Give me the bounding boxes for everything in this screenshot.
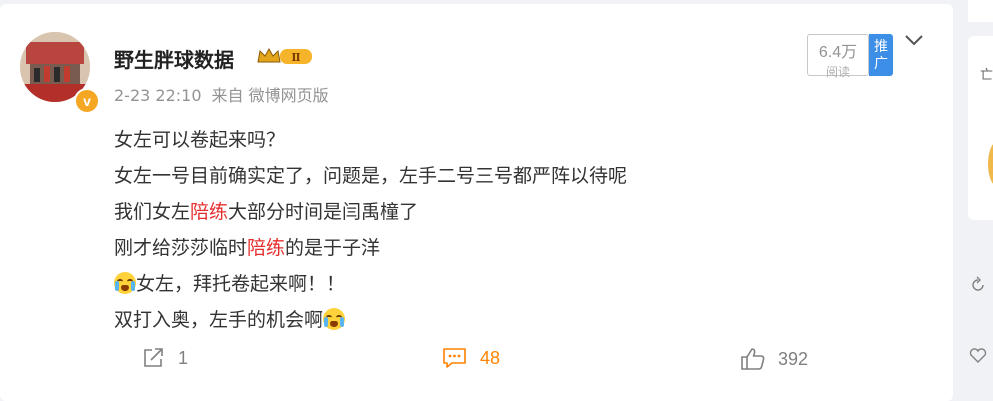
crying-emoji-icon	[114, 272, 136, 294]
post-card: v 野生胖球数据 Ⅱ 2-23 22:10 来自 微博网页版 6.4万 阅读 推广…	[0, 4, 953, 401]
read-count-box: 6.4万 阅读	[807, 34, 869, 79]
content-line: 女左可以卷起来吗？	[114, 129, 286, 151]
content-line: 刚才给莎莎临时陪练的是于子洋	[114, 230, 874, 266]
vip-crown-icon[interactable]: Ⅱ	[256, 46, 314, 66]
comment-icon	[443, 348, 466, 368]
vip-level: Ⅱ	[291, 51, 300, 64]
username[interactable]: 野生胖球数据	[114, 44, 234, 73]
read-label: 阅读	[825, 65, 850, 79]
action-bar: 1 48 392	[0, 347, 953, 379]
share-count: 1	[178, 347, 189, 368]
comment-count: 48	[480, 347, 501, 368]
crying-emoji-icon	[323, 308, 346, 330]
content-text: 我们女左	[114, 201, 191, 223]
comment-button[interactable]: 48	[442, 347, 500, 369]
refresh-icon[interactable]	[968, 275, 988, 295]
promote-button[interactable]: 推广	[869, 34, 893, 76]
content-line: 双打入奥，左手的机会啊	[114, 302, 874, 338]
content-line: 女左，拜托卷起来啊！！	[114, 266, 874, 302]
content-text: 刚才给莎莎临时	[114, 237, 248, 259]
like-count: 392	[778, 348, 809, 369]
content-text: 的是于子洋	[285, 237, 381, 259]
side-panel-top	[968, 0, 993, 22]
content-text: 大部分时间是闫禹橦了	[228, 201, 419, 223]
content-text: 女左，拜托卷起来啊！！	[136, 273, 346, 295]
read-count: 6.4万	[818, 44, 858, 61]
post-source: 来自 微博网页版	[211, 86, 329, 105]
highlight-link[interactable]: 陪练	[190, 201, 228, 223]
highlight-link[interactable]: 陪练	[247, 237, 285, 259]
heart-icon[interactable]	[968, 346, 988, 366]
verified-badge: v	[74, 88, 100, 114]
post-meta: 2-23 22:10 来自 微博网页版	[114, 82, 339, 106]
share-button[interactable]: 1	[142, 347, 188, 369]
content-line: 女左一号目前确实定了，问题是，左手二号三号都严阵以待呢	[114, 165, 628, 187]
post-content: 女左可以卷起来吗？ 女左一号目前确实定了，问题是，左手二号三号都严阵以待呢 我们…	[114, 122, 874, 338]
content-text: 双打入奥，左手的机会啊	[114, 309, 324, 331]
side-panel-glyph: 亡	[980, 67, 993, 82]
like-button[interactable]: 392	[740, 347, 808, 371]
like-icon	[741, 348, 765, 370]
share-icon	[144, 348, 163, 367]
chevron-down-icon[interactable]	[903, 32, 925, 48]
post-time[interactable]: 2-23 22:10	[114, 86, 202, 105]
content-line: 我们女左陪练大部分时间是闫禹橦了	[114, 194, 874, 230]
